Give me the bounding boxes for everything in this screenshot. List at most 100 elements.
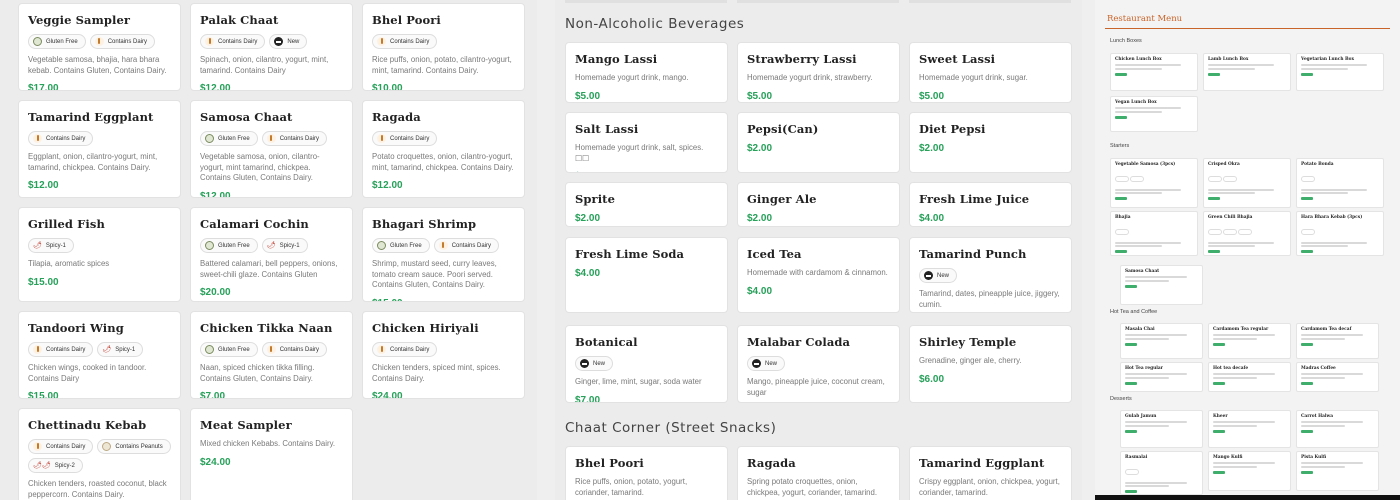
mini-menu-card[interactable]: Masala Chai: [1120, 323, 1203, 359]
mini-desc-line: [1115, 241, 1182, 244]
menu-item-card[interactable]: Ragada Contains Dairy Potato croquettes, o…: [362, 100, 525, 198]
menu-item-card[interactable]: Sweet Lassi Homemade yogurt drink, sugar.…: [909, 42, 1072, 103]
mini-menu-card[interactable]: Vegan Lunch Box: [1110, 96, 1198, 132]
item-name: Tamarind Eggplant: [919, 456, 1045, 470]
mini-badge: [1115, 229, 1129, 235]
mini-item-name: Cardamom Tea decaf: [1301, 327, 1352, 332]
mini-desc-line: [1213, 334, 1276, 336]
mini-desc-line: [1115, 188, 1182, 191]
item-description: Shrimp, mustard seed, curry leaves, toma…: [372, 259, 497, 289]
menu-item-card[interactable]: Tamarind Eggplant Crispy eggplant, onion,…: [909, 446, 1072, 500]
menu-item-card[interactable]: Strawberry Lassi Homemade yogurt drink, s…: [737, 42, 900, 103]
menu-item-card[interactable]: Chicken Hiriyali Contains Dairy Chicken te…: [362, 311, 525, 399]
mini-price: [1115, 72, 1127, 76]
dietary-badge: Contains Dairy: [372, 342, 438, 357]
mini-menu-card[interactable]: Mango Kulfi: [1208, 451, 1291, 491]
mini-menu-card[interactable]: Cardamom Tea regular: [1208, 323, 1291, 359]
mini-desc-line: [1208, 67, 1255, 70]
badge-list: Contains Dairy: [372, 34, 515, 49]
mini-menu-card[interactable]: Kheer: [1208, 410, 1291, 448]
mini-item-name: Crisped Okra: [1208, 162, 1240, 167]
new-icon: [924, 271, 933, 280]
menu-item-card[interactable]: Fresh Lime Soda $4.00: [565, 237, 728, 313]
badge-list: New: [575, 356, 718, 371]
menu-item-card[interactable]: Calamari Cochin Gluten Free 🌶 Spicy-1 Batter…: [190, 207, 353, 302]
menu-item-card[interactable]: Salt Lassi Homemade yogurt drink, salt, s…: [565, 112, 728, 173]
mini-price: [1301, 250, 1313, 253]
dietary-badge: 🌶 Spicy-1: [28, 238, 74, 253]
menu-item-card[interactable]: Ginger Ale $2.00: [737, 182, 900, 227]
mini-menu-card[interactable]: Carrot Halwa: [1296, 410, 1379, 448]
item-price: $7.00: [200, 391, 226, 399]
mini-menu-card[interactable]: Chicken Lunch Box: [1110, 53, 1198, 91]
mini-menu-card[interactable]: Hot Tea regular: [1120, 362, 1203, 392]
menu-item-card[interactable]: Meat Sampler Mixed chicken Kebabs. Contai…: [190, 408, 353, 500]
item-price: $2.00: [747, 213, 773, 224]
mini-desc-line: [1301, 465, 1345, 468]
mini-menu-card[interactable]: Green Chili Bhajia: [1203, 211, 1291, 256]
dairy-icon: [266, 134, 276, 143]
mini-desc-line: [1115, 245, 1162, 247]
mini-desc-line: [1208, 241, 1275, 244]
mini-menu-card[interactable]: Hara Bhara Kebab (3pcs): [1296, 211, 1384, 256]
item-name: Meat Sampler: [200, 418, 292, 432]
menu-item-card[interactable]: Ragada Spring potato croquettes, onion, c…: [737, 446, 900, 500]
mini-menu-card[interactable]: Cardamom Tea decaf: [1296, 323, 1379, 359]
mini-desc-line: [1213, 462, 1276, 464]
item-description: Spinach, onion, cilantro, yogurt, mint, …: [200, 55, 329, 75]
menu-item-card[interactable]: Samosa Chaat Gluten Free Contains Dairy Veg…: [190, 100, 353, 198]
mini-menu-card[interactable]: Samosa Chaat: [1120, 265, 1203, 305]
menu-item-card[interactable]: Veggie Sampler Gluten Free Contains Dairy V…: [18, 3, 181, 91]
mini-price: [1125, 381, 1137, 385]
mini-menu-card[interactable]: Crisped Okra: [1203, 158, 1291, 208]
item-price: $12.00: [200, 190, 231, 198]
menu-item-card[interactable]: Chettinadu Kebab Contains Dairy Contains P…: [18, 408, 181, 500]
mini-desc-line: [1301, 334, 1364, 336]
menu-item-card[interactable]: Fresh Lime Juice $4.00: [909, 182, 1072, 227]
mini-menu-card[interactable]: Bhajia: [1110, 211, 1198, 256]
item-price: $15.00: [372, 298, 515, 302]
menu-item-card[interactable]: Bhagari Shrimp Gluten Free Contains Dairy S…: [362, 207, 525, 302]
mini-menu-card[interactable]: Potato Bonda: [1296, 158, 1384, 208]
mini-item-name: Green Chili Bhajia: [1208, 215, 1253, 220]
dairy-icon: [33, 345, 42, 354]
menu-item-card[interactable]: Diet Pepsi $2.00: [909, 112, 1072, 173]
mini-badge: [1125, 469, 1139, 475]
mini-desc-line: [1115, 64, 1182, 66]
mini-price: [1125, 342, 1137, 346]
item-name: Salt Lassi: [575, 122, 639, 136]
mini-menu-card[interactable]: Rasmalai: [1120, 451, 1203, 495]
item-price: $2.00: [575, 213, 601, 224]
dietary-badge: Contains Dairy: [200, 34, 266, 49]
menu-item-card[interactable]: Tamarind Eggplant Contains Dairy Eggplant,…: [18, 100, 181, 198]
mini-badge: [1208, 229, 1222, 235]
menu-item-card[interactable]: Palak Chaat Contains Dairy New Spinach, oni…: [190, 3, 353, 91]
menu-item-card[interactable]: Tamarind Punch New Tamarind, dates, pineap…: [909, 237, 1072, 313]
menu-item-card[interactable]: Pepsi(Can) $2.00: [737, 112, 900, 173]
menu-item-card[interactable]: Grilled Fish 🌶 Spicy-1 Tilapia, aromatic sp…: [18, 207, 181, 302]
mini-menu-card[interactable]: Hot tea decafe: [1208, 362, 1291, 392]
dairy-icon: [377, 37, 386, 46]
mini-menu-card[interactable]: Lamb Lunch Box: [1203, 53, 1291, 91]
dairy-icon: [377, 345, 386, 354]
mini-menu-card[interactable]: Madras Coffee: [1296, 362, 1379, 392]
mini-menu-card[interactable]: Pista Kulfi: [1296, 451, 1379, 491]
menu-item-card[interactable]: Shirley Temple Grenadine, ginger ale, che…: [909, 325, 1072, 403]
menu-item-card[interactable]: Bhel Poori Rice puffs, onion, potato, yog…: [565, 446, 728, 500]
menu-item-card[interactable]: Botanical New Ginger, lime, mint, sugar, s…: [565, 325, 728, 403]
menu-item-card[interactable]: Sprite $2.00: [565, 182, 728, 227]
mini-menu-card[interactable]: Vegetable Samosa (3pcs): [1110, 158, 1198, 208]
badge-label: Contains Dairy: [46, 443, 86, 450]
menu-item-card[interactable]: Mango Lassi Homemade yogurt drink, mango.…: [565, 42, 728, 103]
menu-item-card[interactable]: Chicken Tikka Naan Gluten Free Contains Da…: [190, 311, 353, 399]
menu-item-card[interactable]: Tandoori Wing Contains Dairy 🌶 Spicy-1 Chick…: [18, 311, 181, 399]
menu-item-card[interactable]: Iced Tea Homemade with cardamom & cinnamo…: [737, 237, 900, 313]
item-name: Botanical: [575, 335, 638, 349]
dairy-icon: [33, 134, 42, 143]
menu-item-card[interactable]: Bhel Poori Contains Dairy Rice puffs, onio…: [362, 3, 525, 91]
mini-menu-card[interactable]: Gulab Jamun: [1120, 410, 1203, 448]
mini-menu-card[interactable]: Vegetarian Lunch Box: [1296, 53, 1384, 91]
gluten-free-icon: [205, 345, 214, 354]
mini-desc-line: [1115, 67, 1162, 70]
menu-item-card[interactable]: Malabar Colada New Mango, pineapple juice,…: [737, 325, 900, 403]
